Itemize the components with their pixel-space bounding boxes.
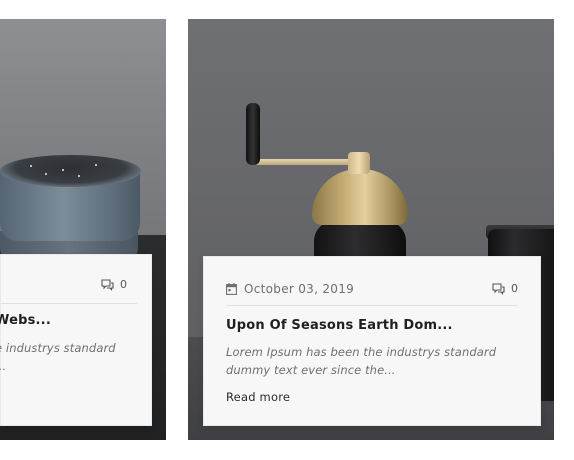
post-title[interactable]: Webs... <box>0 313 51 328</box>
image-grinder-knob <box>246 103 260 165</box>
image-cup-rim <box>0 155 141 187</box>
image-speck <box>78 175 80 177</box>
excerpt-line: ... <box>0 359 7 373</box>
post-date: October 03, 2019 <box>226 282 354 296</box>
image-speck <box>30 165 32 167</box>
comments-count[interactable]: 0 <box>492 282 518 295</box>
blog-card[interactable]: October 03, 2019 0 Upon Of Seasons Earth… <box>188 19 554 440</box>
image-grinder-stem <box>348 152 370 174</box>
image-speck <box>62 169 64 171</box>
speech-bubbles-icon <box>492 282 505 295</box>
blog-meta: 0 <box>1 255 151 303</box>
meta-divider <box>226 305 518 306</box>
blog-meta: October 03, 2019 0 <box>204 257 540 305</box>
excerpt-line: e industrys standard <box>0 341 116 355</box>
excerpt-line: dummy text ever since the... <box>226 363 396 377</box>
image-speck <box>95 164 97 166</box>
meta-divider <box>1 303 137 304</box>
read-more-link[interactable]: Read more <box>226 390 290 404</box>
image-speck <box>45 173 47 175</box>
post-excerpt: Lorem Ipsum has been the industrys stand… <box>226 343 526 379</box>
comments-count-value: 0 <box>511 282 518 295</box>
post-title[interactable]: Upon Of Seasons Earth Dom... <box>226 318 453 333</box>
blog-card-info: October 03, 2019 0 Upon Of Seasons Earth… <box>203 256 541 426</box>
post-excerpt: e industrys standard ... <box>0 339 151 375</box>
blog-card-partial[interactable]: 0 Webs... e industrys standard ... <box>0 19 166 440</box>
post-date-value: October 03, 2019 <box>244 282 355 296</box>
speech-bubbles-icon <box>101 278 114 291</box>
excerpt-line: Lorem Ipsum has been the industrys stand… <box>226 345 497 359</box>
calendar-icon <box>226 283 237 295</box>
blog-card-info: 0 Webs... e industrys standard ... <box>0 254 152 426</box>
comments-count[interactable]: 0 <box>101 278 127 291</box>
comments-count-value: 0 <box>120 278 127 291</box>
